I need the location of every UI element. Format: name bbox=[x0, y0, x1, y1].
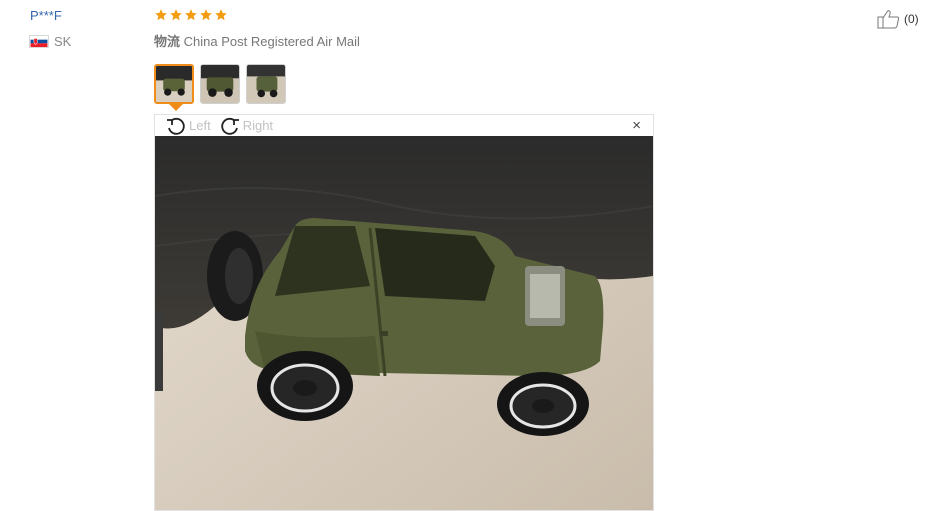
shipping-label: 物流 bbox=[154, 34, 181, 49]
thumbnail-photo-3[interactable] bbox=[246, 64, 286, 104]
helpful-count: (0) bbox=[904, 12, 919, 26]
toy-car-photo bbox=[155, 136, 653, 510]
rotate-left-label: Left bbox=[189, 118, 211, 133]
reviewer-name[interactable]: P***F bbox=[30, 8, 62, 23]
rotate-right-label: Right bbox=[242, 118, 274, 133]
shipping-info: 物流 China Post Registered Air Mail bbox=[154, 31, 360, 50]
rotate-left-button[interactable]: Left bbox=[165, 115, 211, 137]
thumbs-up-icon bbox=[877, 10, 900, 29]
rotate-right-icon bbox=[220, 117, 239, 135]
rotate-right-button[interactable]: Right bbox=[219, 115, 273, 137]
star-icon bbox=[200, 9, 212, 21]
photo-thumbnails bbox=[154, 64, 286, 104]
active-thumbnail-pointer bbox=[169, 104, 183, 111]
star-icon bbox=[170, 9, 182, 21]
rotate-left-icon bbox=[167, 117, 185, 135]
rating-stars bbox=[154, 8, 228, 22]
review-photo bbox=[155, 136, 653, 510]
star-icon bbox=[215, 9, 227, 21]
reviewer-country: SK bbox=[29, 34, 71, 49]
thumbnail-photo-1[interactable] bbox=[154, 64, 194, 104]
star-icon bbox=[185, 9, 197, 21]
helpful-button[interactable]: (0) bbox=[877, 9, 919, 29]
thumbnail-photo-2[interactable] bbox=[200, 64, 240, 104]
viewer-toolbar: Left Right × bbox=[155, 115, 653, 136]
country-code: SK bbox=[54, 34, 72, 49]
photo-viewer: Left Right × bbox=[154, 114, 654, 511]
slovakia-flag-icon bbox=[29, 35, 49, 48]
shipping-method: China Post Registered Air Mail bbox=[183, 34, 360, 49]
star-icon bbox=[155, 9, 167, 21]
close-button[interactable]: × bbox=[632, 118, 641, 133]
